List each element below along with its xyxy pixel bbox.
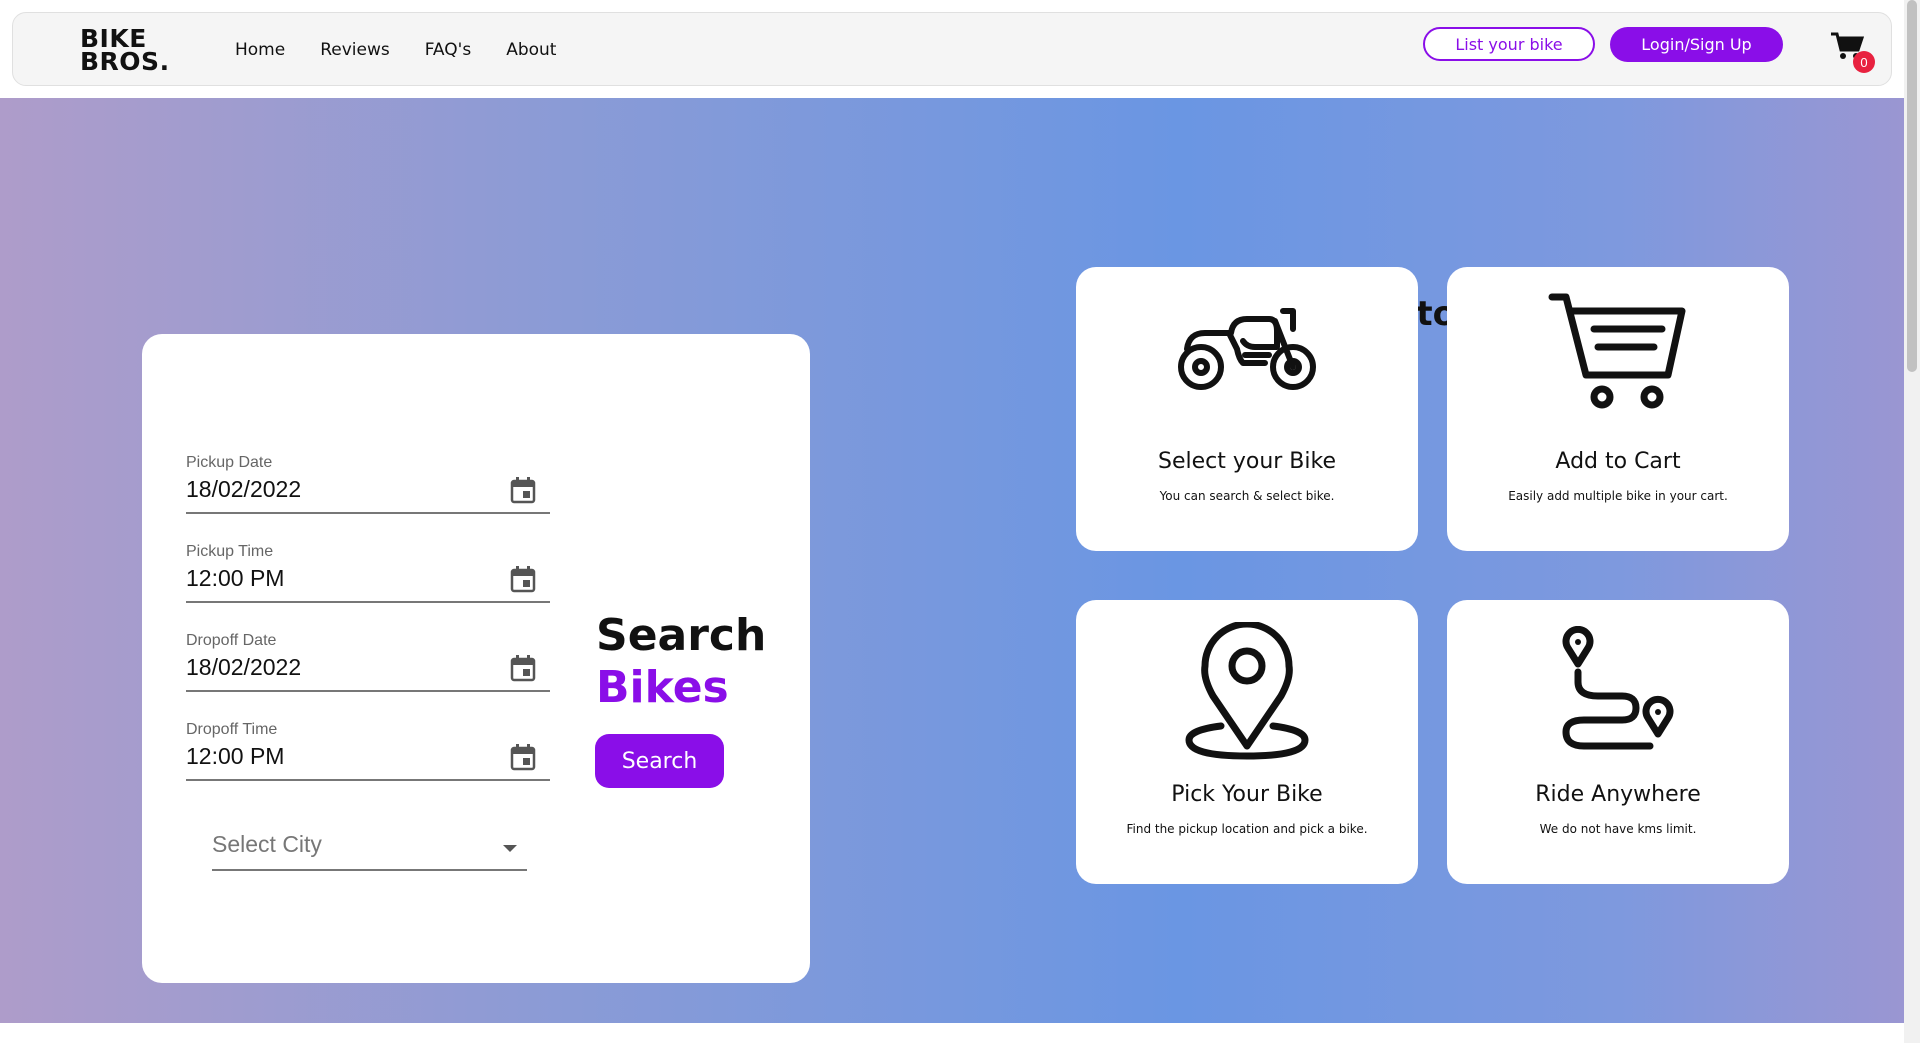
field-value: 18/02/2022 [186,476,302,502]
field-label: Dropoff Time [186,721,278,738]
step-title: Ride Anywhere [1535,782,1701,807]
calendar-icon[interactable] [510,743,536,771]
step-title: Pick Your Bike [1171,782,1323,807]
step-title: Add to Cart [1555,449,1681,474]
pickup-date-field[interactable]: Pickup Date 18/02/2022 [186,454,550,514]
step-card-select-bike: Select your Bike You can search & select… [1076,267,1418,551]
step-description: We do not have kms limit. [1539,822,1697,836]
calendar-icon[interactable] [510,565,536,593]
route-icon [1562,626,1674,750]
field-label: Dropoff Date [186,632,277,649]
cart-button[interactable]: 0 [1830,31,1878,73]
shopping-cart-icon [1548,293,1686,409]
select-underline [212,869,527,871]
nav-link-home[interactable]: Home [235,40,285,60]
field-label: Pickup Time [186,543,274,560]
field-value: 12:00 PM [186,565,285,591]
field-value: 12:00 PM [186,743,285,769]
top-navbar: BIKE BROS. Home Reviews FAQ's About List… [12,12,1892,86]
brand-logo[interactable]: BIKE BROS. [80,26,170,76]
field-underline [186,779,550,781]
nav-links: Home Reviews FAQ's About [235,40,591,60]
nav-link-reviews[interactable]: Reviews [320,40,390,60]
calendar-icon[interactable] [510,654,536,682]
field-underline [186,690,550,692]
motorcycle-icon [1178,308,1316,390]
brand-line-2: BROS. [80,47,170,76]
nav-link-about[interactable]: About [506,40,556,60]
city-select[interactable]: Select City [212,831,527,871]
list-your-bike-button[interactable]: List your bike [1423,27,1595,61]
pickup-time-field[interactable]: Pickup Time 12:00 PM [186,543,550,603]
step-title: Select your Bike [1157,449,1337,474]
heading-line-2: Bikes [596,662,729,713]
scrollbar-thumb[interactable] [1907,0,1917,372]
step-description: Easily add multiple bike in your cart. [1508,489,1728,503]
location-pin-icon [1185,622,1309,760]
search-bikes-heading: Search Bikes [596,610,766,714]
step-description: You can search & select bike. [1159,489,1335,503]
heading-line-1: Search [596,610,767,661]
login-signup-button[interactable]: Login/Sign Up [1610,27,1783,62]
step-card-ride-anywhere: Ride Anywhere We do not have kms limit. [1447,600,1789,884]
search-card: Pickup Date 18/02/2022 Pickup Time 12:00… [142,334,810,983]
field-underline [186,601,550,603]
calendar-icon[interactable] [510,476,536,504]
hero-section: Pickup Date 18/02/2022 Pickup Time 12:00… [0,98,1904,1023]
field-label: Pickup Date [186,454,273,471]
step-card-pick-bike: Pick Your Bike Find the pickup location … [1076,600,1418,884]
search-button[interactable]: Search [595,734,724,788]
field-value: 18/02/2022 [186,654,302,680]
dropoff-date-field[interactable]: Dropoff Date 18/02/2022 [186,632,550,692]
city-select-placeholder: Select City [212,831,322,857]
cart-count-badge: 0 [1853,51,1875,73]
step-card-add-to-cart: Add to Cart Easily add multiple bike in … [1447,267,1789,551]
nav-link-faqs[interactable]: FAQ's [425,40,471,60]
step-description: Find the pickup location and pick a bike… [1126,822,1368,836]
dropoff-time-field[interactable]: Dropoff Time 12:00 PM [186,721,550,781]
dropdown-arrow-icon [503,845,517,852]
field-underline [186,512,550,514]
